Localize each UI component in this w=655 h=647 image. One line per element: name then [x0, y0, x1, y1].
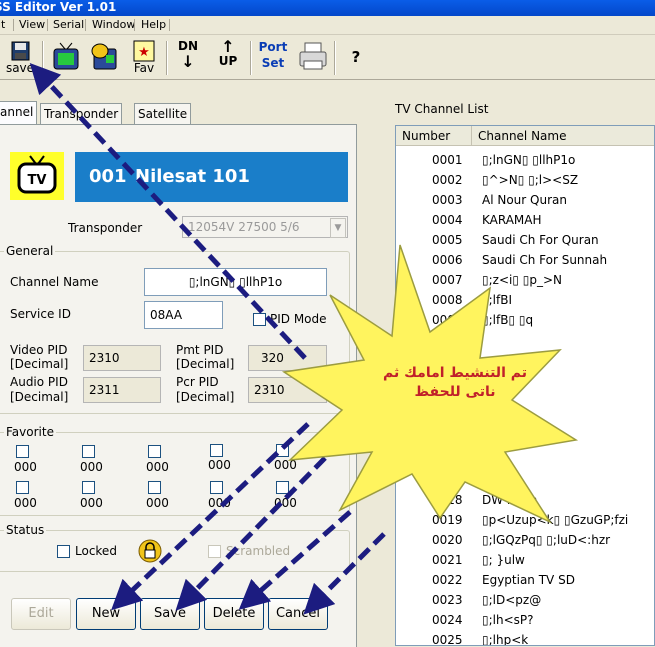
- arrow-to-cancel: [303, 532, 386, 615]
- callout-line-2: ناتى للحفظ: [414, 384, 496, 400]
- callout-line-1: تم التنشيط امامك ثم: [383, 365, 527, 381]
- callout-text: تم التنشيط امامك ثم ناتى للحفظ: [350, 364, 560, 402]
- arrow-to-save: [29, 63, 307, 360]
